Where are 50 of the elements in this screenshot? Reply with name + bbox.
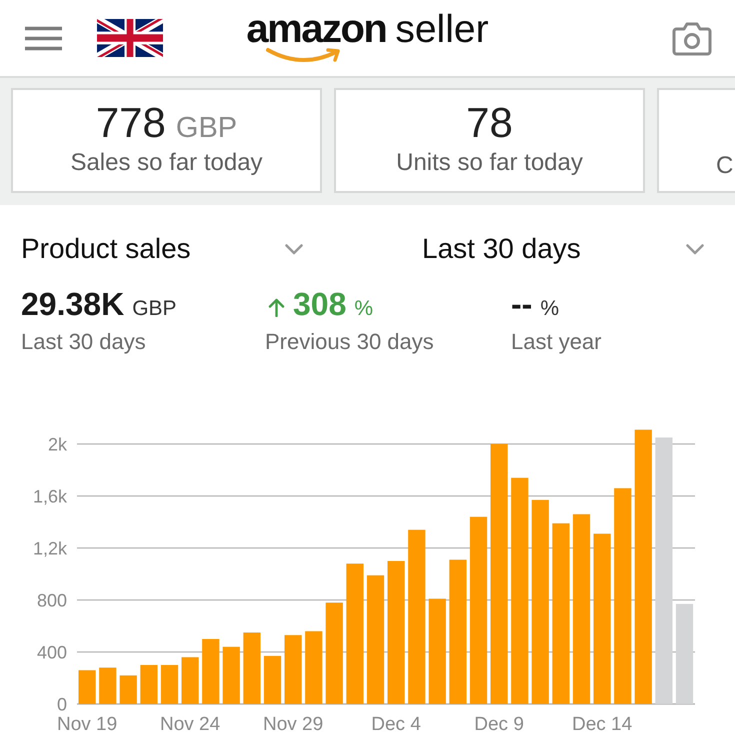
y-axis-label: 1,2k (32, 538, 67, 558)
x-axis-label: Dec 9 (474, 714, 524, 735)
metric-value: 29.38K (21, 285, 124, 323)
x-axis-label: Nov 19 (57, 714, 118, 735)
bar (202, 639, 220, 704)
bar (120, 675, 137, 704)
logo-wordmark: amazon (246, 12, 386, 46)
x-axis-label: Dec 4 (371, 714, 421, 735)
stat-unit: GBP (176, 111, 238, 146)
bar (78, 670, 96, 704)
metric-value: -- (511, 285, 532, 323)
bar (284, 635, 302, 704)
chevron-down-icon (686, 244, 704, 254)
metric-label: Previous 30 days (265, 328, 434, 356)
metric-value: 308 (293, 285, 346, 323)
chevron-down-icon (285, 244, 303, 254)
bar (160, 665, 178, 704)
stat-label: C (716, 151, 734, 181)
y-axis-label: 2k (48, 434, 67, 454)
metric-unit: % (354, 296, 374, 322)
metric-label: Last 30 days (21, 328, 146, 356)
stat-card[interactable]: 778 GBP Sales so far today (11, 88, 322, 193)
period-dropdown[interactable]: Last 30 days (422, 227, 706, 271)
flag-icon[interactable] (97, 19, 163, 57)
bar (140, 665, 158, 704)
stat-card[interactable]: 78 Units so far today (334, 88, 645, 193)
y-axis-label: 0 (56, 694, 67, 714)
stat-value: 78 (466, 100, 513, 146)
bar (99, 668, 116, 704)
metric-unit: % (540, 296, 559, 322)
bar (243, 632, 260, 704)
x-axis-label: Nov 29 (263, 714, 324, 735)
metric-unit: GBP (132, 296, 177, 322)
stat-label: Units so far today (396, 148, 583, 178)
metric-label: Last year (511, 328, 602, 356)
stat-value: 778 (96, 100, 166, 146)
bar (264, 656, 282, 704)
menu-icon[interactable] (25, 26, 62, 50)
y-axis-label: 800 (36, 590, 67, 610)
x-axis-label: Nov 24 (160, 714, 220, 735)
y-axis-label: 400 (36, 642, 67, 662)
camera-icon[interactable] (672, 20, 712, 56)
stat-card[interactable]: C (657, 88, 735, 193)
x-axis-label: Dec 14 (572, 714, 632, 735)
logo-subtitle: seller (395, 12, 489, 46)
y-axis-label: 1,6k (32, 486, 67, 506)
bar (222, 646, 240, 704)
bar (182, 657, 199, 704)
metric-dropdown[interactable]: Product sales (21, 227, 305, 271)
stat-label: Sales so far today (70, 148, 263, 178)
